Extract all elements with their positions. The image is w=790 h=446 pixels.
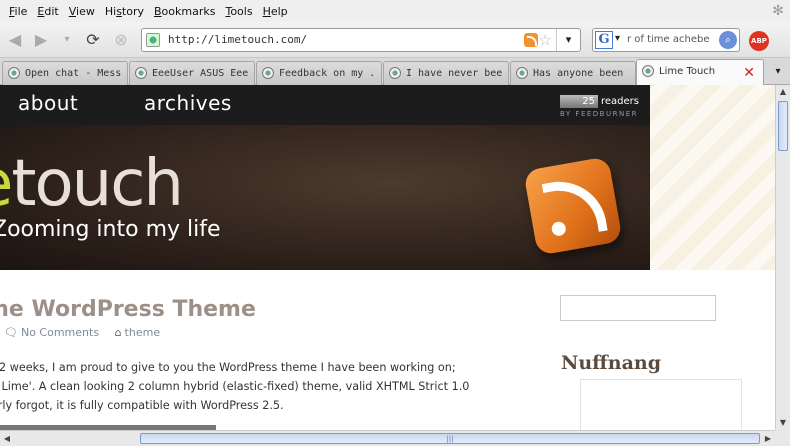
rss-feed-icon[interactable]: [523, 156, 623, 256]
blog-tagline: Zooming into my life: [0, 217, 221, 242]
scroll-left-arrow-icon[interactable]: ◀: [0, 431, 14, 446]
tab-list-dropdown-icon[interactable]: ▾: [766, 58, 790, 85]
tab-label: Has anyone been ...: [533, 68, 631, 79]
reload-icon[interactable]: ⟳: [83, 30, 103, 50]
tab-lime-touch[interactable]: Lime Touch ✕: [636, 59, 764, 86]
tab-eeeuser[interactable]: EeeUser ASUS Eee...: [129, 61, 255, 85]
forward-arrow-icon[interactable]: ▶: [31, 30, 51, 50]
nav-archives-link[interactable]: archives: [144, 91, 232, 115]
stop-icon[interactable]: ⊗: [111, 30, 131, 50]
sidebar-ad-box[interactable]: [580, 379, 742, 430]
post-meta: 🗨 No Comments ⌂ theme: [4, 326, 172, 339]
search-bar[interactable]: G ▾ r of time achebe ⌕: [592, 28, 740, 52]
tab-label: I have never bee...: [406, 68, 504, 79]
tag-icon: ⌂: [114, 326, 122, 339]
background-stripes: [650, 85, 775, 270]
google-search-engine-icon[interactable]: G: [595, 31, 613, 49]
url-text[interactable]: http://limetouch.com/: [168, 33, 307, 46]
back-arrow-icon[interactable]: ◀: [5, 30, 25, 50]
horizontal-scroll-thumb[interactable]: |||: [140, 433, 760, 444]
tab-bar: Open chat - Mess... EeeUser ASUS Eee... …: [0, 58, 790, 86]
blog-header-banner[interactable]: etouch Zooming into my life: [0, 125, 650, 270]
tab-favicon-icon: [389, 67, 401, 79]
feedburner-badge[interactable]: 25 readers BY FEEDBURNER: [558, 93, 644, 121]
menu-history[interactable]: History: [100, 5, 149, 18]
blog-nav: about archives 25 readers BY FEEDBURNER: [0, 85, 650, 125]
adblock-icon[interactable]: ABP: [749, 31, 769, 51]
scrollbar-corner: [775, 430, 790, 446]
menu-tools[interactable]: Tools: [220, 5, 257, 18]
url-dropdown-button[interactable]: ▾: [556, 29, 580, 51]
post-paragraph-line: early forgot, it is fully compatible wit…: [0, 399, 284, 412]
close-icon[interactable]: ✕: [743, 66, 755, 80]
feedburner-credit: BY FEEDBURNER: [560, 110, 638, 118]
sidebar-search-input[interactable]: [560, 295, 716, 321]
search-input[interactable]: r of time achebe: [627, 34, 715, 45]
url-bar[interactable]: http://limetouch.com/ ☆ ▾: [141, 28, 581, 52]
menu-bar: File Edit View History Bookmarks Tools H…: [0, 0, 790, 22]
scroll-right-arrow-icon[interactable]: ▶: [761, 431, 775, 446]
tab-never-been[interactable]: I have never bee...: [383, 61, 509, 85]
horizontal-scrollbar[interactable]: ◀ ||| ▶: [0, 430, 775, 446]
tab-favicon-icon: [516, 67, 528, 79]
readers-count: 25: [560, 95, 598, 108]
history-dropdown-icon[interactable]: ▾: [57, 30, 77, 50]
throbber-icon: ✻: [772, 3, 784, 19]
readers-label: readers: [601, 96, 639, 107]
tab-feedback[interactable]: Feedback on my ...: [256, 61, 382, 85]
tab-label: Open chat - Mess...: [25, 68, 123, 79]
tab-has-anyone[interactable]: Has anyone been ...: [510, 61, 636, 85]
comment-bubble-icon: 🗨: [4, 326, 18, 339]
comments-link[interactable]: 🗨 No Comments: [4, 326, 99, 339]
post-paragraph-line: er 2 weeks, I am proud to give to you th…: [0, 361, 456, 374]
tab-label: EeeUser ASUS Eee...: [152, 68, 250, 79]
page-viewport: about archives 25 readers BY FEEDBURNER …: [0, 85, 775, 430]
menu-file[interactable]: File: [4, 5, 32, 18]
post-body: er 2 weeks, I am proud to give to you th…: [0, 358, 496, 415]
rss-icon[interactable]: [524, 33, 538, 47]
tab-label: Feedback on my ...: [279, 68, 377, 79]
vertical-scroll-thumb[interactable]: [778, 101, 788, 151]
nav-about-link[interactable]: about: [18, 91, 78, 115]
tab-favicon-icon: [8, 67, 20, 79]
tag-link[interactable]: ⌂ theme: [115, 326, 161, 339]
chevron-down-icon[interactable]: ▾: [615, 33, 620, 44]
sidebar-heading-nuffnang: Nuffnang: [561, 352, 662, 374]
menu-edit[interactable]: Edit: [32, 5, 63, 18]
tab-label: Lime Touch: [659, 66, 716, 77]
tab-favicon-icon: [135, 67, 147, 79]
scroll-down-arrow-icon[interactable]: ▼: [776, 416, 790, 430]
search-magnifier-icon[interactable]: ⌕: [719, 31, 737, 49]
blog-logo-text: etouch: [0, 147, 184, 221]
menu-help[interactable]: Help: [258, 5, 293, 18]
site-identity-icon[interactable]: [146, 33, 160, 47]
vertical-scrollbar[interactable]: ▲ ▼: [775, 85, 790, 430]
bookmark-star-icon[interactable]: ☆: [539, 31, 552, 49]
post-paragraph-line: na Lime'. A clean looking 2 column hybri…: [0, 380, 470, 393]
tab-open-chat[interactable]: Open chat - Mess...: [2, 61, 128, 85]
post-title[interactable]: me WordPress Theme: [0, 297, 256, 322]
menu-view[interactable]: View: [64, 5, 100, 18]
tab-favicon-icon: [642, 65, 654, 77]
tab-favicon-icon: [262, 67, 274, 79]
navigation-toolbar: ◀ ▶ ▾ ⟳ ⊗ http://limetouch.com/ ☆ ▾ G ▾ …: [0, 22, 790, 58]
menu-bookmarks[interactable]: Bookmarks: [149, 5, 220, 18]
scroll-up-arrow-icon[interactable]: ▲: [776, 85, 790, 99]
